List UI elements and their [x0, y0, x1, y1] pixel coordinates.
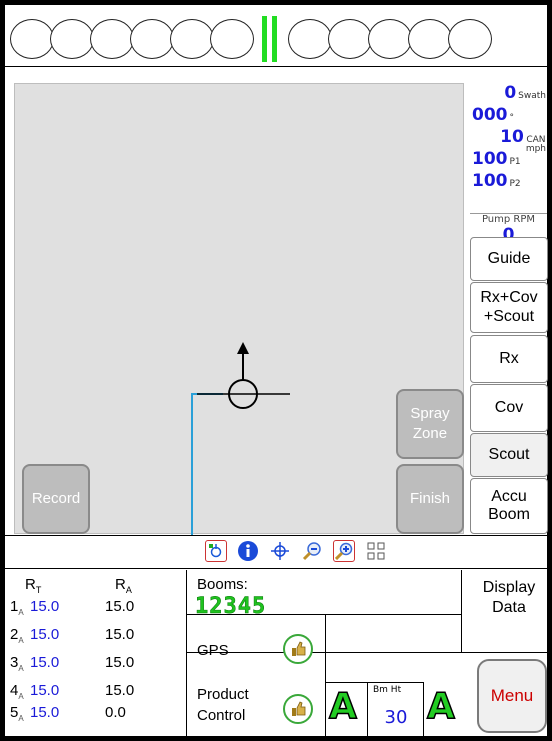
display-data-button[interactable]: Display Data: [471, 578, 547, 618]
center-crosshair-icon[interactable]: [269, 540, 291, 562]
rx-cov-scout-button[interactable]: Rx+Cov +Scout: [470, 282, 548, 333]
product-control-label: Product Control: [197, 686, 249, 724]
swath-readout: 0 Swath: [504, 83, 546, 103]
p2-readout: 100 P2: [472, 171, 521, 191]
section-indicator: [90, 19, 134, 59]
guidance-path: [191, 393, 223, 535]
booms-label: Booms:: [197, 576, 248, 593]
map-toolbar: [205, 536, 397, 566]
boom-height-label: Bm Ht: [373, 685, 402, 695]
scout-button[interactable]: Scout: [470, 433, 548, 477]
rate-row: 4A 15.0 15.0: [10, 682, 135, 701]
toolbar-divider: [5, 568, 547, 569]
product-control-thumbs-up-icon[interactable]: [283, 694, 313, 724]
section-indicator: [408, 19, 452, 59]
p1-readout: 100 P1: [472, 149, 521, 169]
section-indicator: [368, 19, 412, 59]
record-button[interactable]: Record: [22, 464, 90, 534]
gps-thumbs-up-icon[interactable]: [283, 634, 313, 664]
top-divider: [5, 66, 547, 67]
location-marker-icon[interactable]: [205, 540, 227, 562]
section-indicator: [170, 19, 214, 59]
section-indicator: [448, 19, 492, 59]
section-indicator: [10, 19, 54, 59]
section-indicator: [288, 19, 332, 59]
section-indicator: [130, 19, 174, 59]
gps-label: GPS: [197, 642, 229, 659]
accu-boom-button[interactable]: Accu Boom: [470, 478, 548, 534]
rx-button[interactable]: Rx: [470, 335, 548, 383]
pump-rpm-label: Pump RPM: [481, 214, 536, 225]
zoom-in-icon[interactable]: [333, 540, 355, 562]
actual-rate-header: RA: [115, 576, 132, 595]
boom-center-mark: [262, 16, 278, 62]
boom-height-auto-icon[interactable]: A: [426, 685, 455, 728]
section-indicator: [210, 19, 254, 59]
info-icon[interactable]: [237, 540, 259, 562]
guide-button[interactable]: Guide: [470, 237, 548, 281]
rate-row: 5A 15.0 0.0: [10, 704, 126, 723]
rate-row: 1A 15.0 15.0: [10, 598, 135, 617]
bottom-panel: RT RA 1A 15.0 15.0 2A 15.0 15.0 3A 15.0 15.…: [5, 570, 547, 736]
pump-rpm: Pump RPM 0: [470, 213, 547, 245]
finish-button[interactable]: Finish: [396, 464, 464, 534]
menu-button[interactable]: Menu: [477, 659, 547, 733]
booms-status[interactable]: 12345: [195, 594, 266, 620]
zoom-out-icon[interactable]: [301, 540, 323, 562]
field-map[interactable]: Record Spray Zone Finish: [14, 83, 464, 535]
rate-row: 3A 15.0 15.0: [10, 654, 135, 673]
heading-arrow-icon: [237, 342, 249, 354]
boom-height-value: 30: [384, 707, 408, 728]
spray-zone-button[interactable]: Spray Zone: [396, 389, 464, 459]
product-auto-icon[interactable]: A: [328, 685, 357, 728]
section-indicator: [50, 19, 94, 59]
target-rate-header: RT: [25, 576, 42, 595]
expand-view-icon[interactable]: [365, 540, 387, 562]
rate-row: 2A 15.0 15.0: [10, 626, 135, 645]
heading-readout: 000 °: [472, 105, 514, 125]
boom-section-strip: [10, 14, 492, 64]
cov-button[interactable]: Cov: [470, 384, 548, 432]
section-indicator: [328, 19, 372, 59]
